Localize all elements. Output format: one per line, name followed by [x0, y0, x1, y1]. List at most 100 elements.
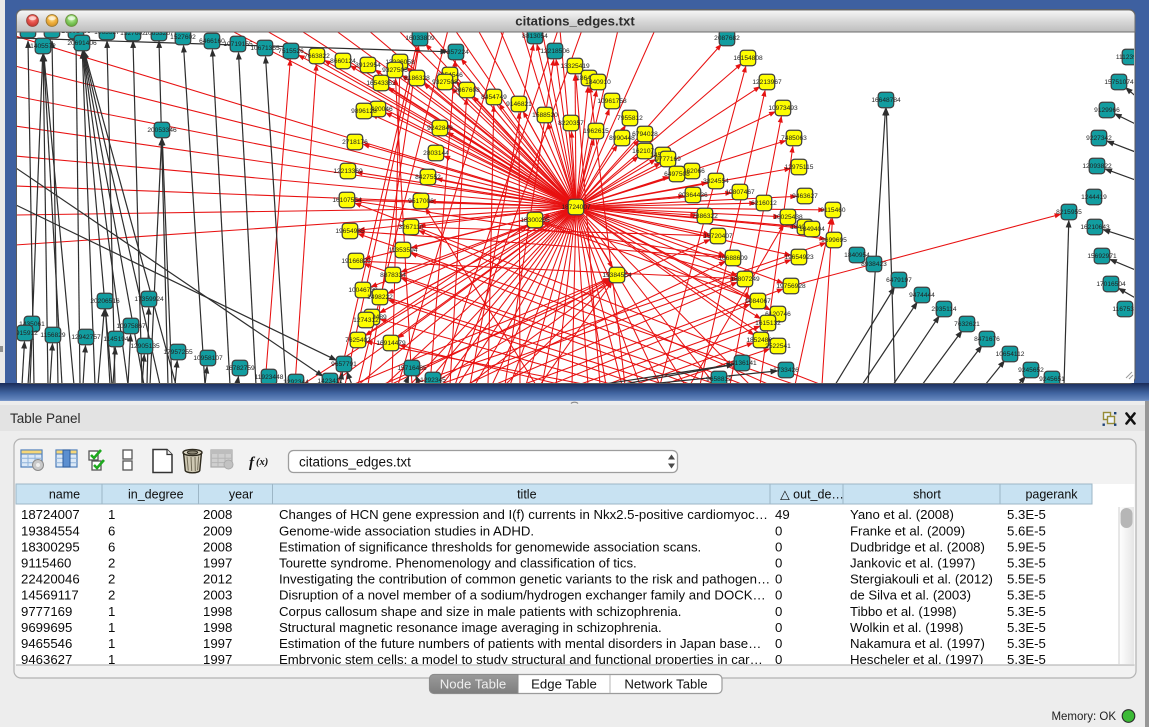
svg-text:5.3E‑5: 5.3E‑5 — [1007, 588, 1046, 603]
svg-text:7886322: 7886322 — [692, 213, 718, 220]
svg-text:2718176: 2718176 — [342, 139, 368, 146]
svg-text:5.3E‑5: 5.3E‑5 — [1007, 636, 1046, 651]
svg-text:name: name — [49, 488, 80, 502]
svg-text:5.3E‑5: 5.3E‑5 — [1007, 604, 1046, 619]
svg-text:1498222: 1498222 — [367, 294, 393, 301]
svg-text:Yano et al. (2008): Yano et al. (2008) — [850, 507, 954, 522]
svg-text:49: 49 — [775, 507, 790, 522]
svg-text:17016504: 17016504 — [1096, 281, 1126, 288]
svg-text:12975115: 12975115 — [785, 164, 814, 171]
svg-text:9777169: 9777169 — [655, 156, 681, 163]
svg-text:9227342: 9227342 — [1086, 135, 1112, 142]
svg-text:1849404: 1849404 — [799, 226, 825, 233]
svg-text:1: 1 — [108, 620, 115, 635]
svg-text:9084067: 9084067 — [745, 298, 771, 305]
svg-text:19384554: 19384554 — [21, 523, 80, 538]
svg-text:1588520: 1588520 — [532, 112, 558, 119]
svg-text:1405572: 1405572 — [30, 43, 56, 50]
svg-text:Corpus callosum shape and size: Corpus callosum shape and size in male p… — [279, 604, 681, 619]
svg-text:0: 0 — [775, 572, 782, 587]
svg-text:2003: 2003 — [203, 588, 232, 603]
svg-text:16782759: 16782759 — [225, 365, 255, 372]
svg-text:8454749: 8454749 — [481, 94, 507, 101]
svg-text:1156829: 1156829 — [40, 332, 66, 339]
svg-text:Franke et al. (2009): Franke et al. (2009) — [850, 523, 965, 538]
svg-text:11353594: 11353594 — [389, 247, 418, 254]
svg-text:10719155: 10719155 — [223, 41, 253, 48]
svg-text:Node Table: Node Table — [440, 677, 506, 692]
svg-text:15692971: 15692971 — [1087, 253, 1117, 260]
svg-text:Table Panel: Table Panel — [10, 411, 81, 426]
svg-text:8215955: 8215955 — [1056, 209, 1082, 216]
svg-text:20691406: 20691406 — [67, 40, 97, 47]
svg-text:1145194: 1145194 — [103, 336, 129, 343]
svg-text:19654923: 19654923 — [784, 254, 814, 261]
svg-text:5.6E‑5: 5.6E‑5 — [1007, 523, 1046, 538]
svg-text:10975867: 10975867 — [116, 323, 146, 330]
svg-text:1: 1 — [108, 604, 115, 619]
svg-text:15716485: 15716485 — [397, 365, 427, 372]
svg-text:2867608: 2867608 — [454, 87, 480, 94]
svg-text:18724007: 18724007 — [21, 507, 80, 522]
svg-text:0: 0 — [775, 604, 782, 619]
svg-text:10688609: 10688609 — [718, 255, 748, 262]
svg-text:16543362: 16543362 — [366, 80, 396, 87]
svg-text:18807249: 18807249 — [730, 276, 760, 283]
svg-text:2: 2 — [108, 556, 115, 571]
svg-text:7515526: 7515526 — [278, 48, 304, 55]
svg-text:9896128: 9896128 — [351, 108, 377, 115]
svg-text:3824554: 3824554 — [703, 178, 729, 185]
svg-text:1274312: 1274312 — [353, 317, 379, 324]
svg-text:19166825: 19166825 — [341, 258, 371, 265]
svg-text:Tourette syndrome. Phenomenolo: Tourette syndrome. Phenomenology and cla… — [279, 556, 637, 571]
svg-text:17957255: 17957255 — [163, 349, 193, 356]
svg-text:2087682: 2087682 — [714, 35, 740, 42]
svg-text:Wolkin et al. (1998): Wolkin et al. (1998) — [850, 620, 963, 635]
svg-text:20364436: 20364436 — [678, 192, 708, 199]
svg-text:7357224: 7357224 — [443, 49, 469, 56]
svg-text:1733426: 1733426 — [773, 367, 799, 374]
svg-text:Dudbridge et al. (2008): Dudbridge et al. (2008) — [850, 539, 985, 554]
svg-text:7955812: 7955812 — [617, 115, 643, 122]
svg-text:11923448: 11923448 — [255, 374, 284, 381]
svg-text:6497508: 6497508 — [664, 171, 690, 178]
svg-text:16154808: 16154808 — [733, 55, 763, 62]
svg-text:8990448: 8990448 — [609, 135, 635, 142]
svg-text:14136141: 14136141 — [727, 360, 757, 367]
svg-text:16914479: 16914479 — [376, 340, 406, 347]
svg-text:Tibbo et al. (1998): Tibbo et al. (1998) — [850, 604, 957, 619]
svg-text:2522541: 2522541 — [765, 343, 791, 350]
svg-text:10973493: 10973493 — [768, 105, 798, 112]
svg-text:13325419: 13325419 — [560, 63, 590, 70]
svg-text:20206516: 20206516 — [90, 298, 120, 305]
svg-text:9699695: 9699695 — [821, 237, 847, 244]
svg-text:8427552: 8427552 — [415, 174, 441, 181]
svg-text:Investigating the contribution: Investigating the contribution of common… — [279, 572, 770, 587]
svg-text:2935114: 2935114 — [931, 306, 957, 313]
svg-text:9474444: 9474444 — [909, 292, 935, 299]
svg-text:1998: 1998 — [203, 620, 232, 635]
svg-text:9658812: 9658812 — [706, 376, 732, 383]
svg-text:18300295: 18300295 — [520, 217, 550, 224]
svg-text:0: 0 — [775, 636, 782, 651]
svg-text:title: title — [517, 488, 537, 502]
svg-text:18300295: 18300295 — [21, 539, 80, 554]
svg-text:△ out_de…: △ out_de… — [780, 488, 844, 502]
svg-text:(x): (x) — [256, 457, 268, 468]
svg-text:Structural magnetic resonance: Structural magnetic resonance image aver… — [279, 620, 662, 635]
svg-text:6794028: 6794028 — [632, 131, 658, 138]
svg-text:in_degree: in_degree — [128, 488, 184, 502]
svg-text:citations_edges.txt: citations_edges.txt — [299, 455, 411, 470]
svg-text:1615132: 1615132 — [755, 320, 781, 327]
svg-text:Estimation of the future numbe: Estimation of the future numbers of pati… — [279, 636, 761, 651]
svg-text:9327508: 9327508 — [432, 79, 458, 86]
svg-text:9146821: 9146821 — [506, 101, 532, 108]
svg-text:7663822: 7663822 — [304, 53, 330, 60]
svg-text:short: short — [913, 488, 941, 502]
svg-text:year: year — [229, 488, 253, 502]
svg-text:16210643: 16210643 — [1080, 224, 1110, 231]
svg-text:citations_edges.txt: citations_edges.txt — [515, 14, 635, 29]
svg-text:5.3E‑5: 5.3E‑5 — [1007, 620, 1046, 635]
svg-text:2: 2 — [108, 572, 115, 587]
svg-text:9699695: 9699695 — [21, 620, 72, 635]
